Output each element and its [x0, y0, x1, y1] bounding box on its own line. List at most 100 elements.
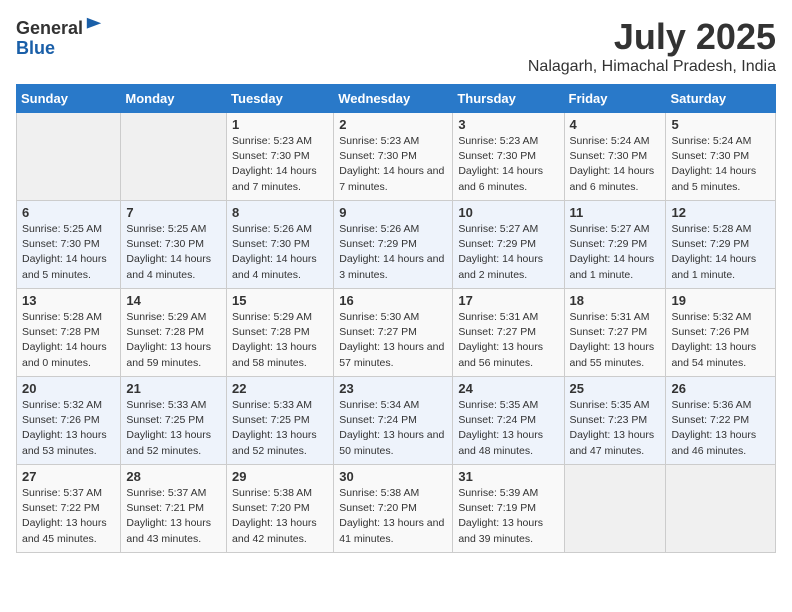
calendar-cell: 29 Sunrise: 5:38 AMSunset: 7:20 PMDayligh…	[227, 465, 334, 553]
day-info: Sunrise: 5:31 AMSunset: 7:27 PMDaylight:…	[458, 310, 558, 371]
day-info: Sunrise: 5:36 AMSunset: 7:22 PMDaylight:…	[671, 398, 770, 459]
day-info: Sunrise: 5:33 AMSunset: 7:25 PMDaylight:…	[126, 398, 221, 459]
logo-flag-icon	[85, 16, 103, 34]
day-info: Sunrise: 5:25 AMSunset: 7:30 PMDaylight:…	[22, 222, 115, 283]
logo: General Blue	[16, 16, 103, 59]
day-info: Sunrise: 5:30 AMSunset: 7:27 PMDaylight:…	[339, 310, 447, 371]
calendar-cell: 10Sunrise: 5:27 AMSunset: 7:29 PMDayligh…	[453, 201, 564, 289]
day-number: 29	[232, 469, 328, 484]
header-day-friday: Friday	[564, 85, 666, 113]
day-number: 17	[458, 293, 558, 308]
day-info: Sunrise: 5:34 AMSunset: 7:24 PMDaylight:…	[339, 398, 447, 459]
day-number: 8	[232, 205, 328, 220]
day-info: Sunrise: 5:37 AMSunset: 7:22 PMDaylight:…	[22, 486, 115, 547]
day-number: 21	[126, 381, 221, 396]
day-info: Sunrise: 5:28 AMSunset: 7:28 PMDaylight:…	[22, 310, 115, 371]
header-day-wednesday: Wednesday	[334, 85, 453, 113]
calendar-cell: 11 Sunrise: 5:27 AMSunset: 7:29 PMDayligh…	[564, 201, 666, 289]
calendar-cell	[17, 113, 121, 201]
calendar-cell: 13 Sunrise: 5:28 AMSunset: 7:28 PMDayligh…	[17, 289, 121, 377]
day-info: Sunrise: 5:27 AMSunset: 7:29 PMDaylight:…	[458, 222, 558, 283]
day-number: 19	[671, 293, 770, 308]
calendar-cell: 17 Sunrise: 5:31 AMSunset: 7:27 PMDayligh…	[453, 289, 564, 377]
day-info: Sunrise: 5:35 AMSunset: 7:24 PMDaylight:…	[458, 398, 558, 459]
day-info: Sunrise: 5:38 AMSunset: 7:20 PMDaylight:…	[339, 486, 447, 547]
header-day-sunday: Sunday	[17, 85, 121, 113]
day-info: Sunrise: 5:32 AMSunset: 7:26 PMDaylight:…	[22, 398, 115, 459]
day-number: 26	[671, 381, 770, 396]
day-number: 5	[671, 117, 770, 132]
day-number: 3	[458, 117, 558, 132]
page-title: July 2025	[528, 16, 776, 58]
day-info: Sunrise: 5:23 AMSunset: 7:30 PMDaylight:…	[339, 134, 447, 195]
day-info: Sunrise: 5:35 AMSunset: 7:23 PMDaylight:…	[570, 398, 661, 459]
day-info: Sunrise: 5:31 AMSunset: 7:27 PMDaylight:…	[570, 310, 661, 371]
calendar-cell: 6 Sunrise: 5:25 AMSunset: 7:30 PMDaylight…	[17, 201, 121, 289]
calendar-cell: 22 Sunrise: 5:33 AMSunset: 7:25 PMDayligh…	[227, 377, 334, 465]
calendar-header: SundayMondayTuesdayWednesdayThursdayFrid…	[17, 85, 776, 113]
day-info: Sunrise: 5:38 AMSunset: 7:20 PMDaylight:…	[232, 486, 328, 547]
day-number: 6	[22, 205, 115, 220]
logo-general: General	[16, 18, 83, 38]
day-number: 22	[232, 381, 328, 396]
day-info: Sunrise: 5:29 AMSunset: 7:28 PMDaylight:…	[126, 310, 221, 371]
page-subtitle: Nalagarh, Himachal Pradesh, India	[528, 58, 776, 76]
calendar-cell: 8Sunrise: 5:26 AMSunset: 7:30 PMDaylight…	[227, 201, 334, 289]
day-number: 14	[126, 293, 221, 308]
title-block: July 2025 Nalagarh, Himachal Pradesh, In…	[528, 16, 776, 76]
week-row: 20 Sunrise: 5:32 AMSunset: 7:26 PMDayligh…	[17, 377, 776, 465]
day-number: 13	[22, 293, 115, 308]
calendar-cell: 20 Sunrise: 5:32 AMSunset: 7:26 PMDayligh…	[17, 377, 121, 465]
week-row: 1 Sunrise: 5:23 AMSunset: 7:30 PMDaylight…	[17, 113, 776, 201]
day-number: 16	[339, 293, 447, 308]
header-day-tuesday: Tuesday	[227, 85, 334, 113]
day-info: Sunrise: 5:23 AMSunset: 7:30 PMDaylight:…	[232, 134, 328, 195]
calendar-body: 1 Sunrise: 5:23 AMSunset: 7:30 PMDaylight…	[17, 113, 776, 553]
calendar-table: SundayMondayTuesdayWednesdayThursdayFrid…	[16, 84, 776, 553]
day-info: Sunrise: 5:23 AMSunset: 7:30 PMDaylight:…	[458, 134, 558, 195]
calendar-cell: 4Sunrise: 5:24 AMSunset: 7:30 PMDaylight…	[564, 113, 666, 201]
day-info: Sunrise: 5:25 AMSunset: 7:30 PMDaylight:…	[126, 222, 221, 283]
day-number: 20	[22, 381, 115, 396]
day-number: 27	[22, 469, 115, 484]
logo-blue: Blue	[16, 38, 55, 58]
day-number: 25	[570, 381, 661, 396]
calendar-cell: 1 Sunrise: 5:23 AMSunset: 7:30 PMDaylight…	[227, 113, 334, 201]
calendar-cell: 31Sunrise: 5:39 AMSunset: 7:19 PMDayligh…	[453, 465, 564, 553]
calendar-cell: 28 Sunrise: 5:37 AMSunset: 7:21 PMDayligh…	[121, 465, 227, 553]
calendar-cell: 12Sunrise: 5:28 AMSunset: 7:29 PMDayligh…	[666, 201, 776, 289]
header-row: SundayMondayTuesdayWednesdayThursdayFrid…	[17, 85, 776, 113]
calendar-cell: 7 Sunrise: 5:25 AMSunset: 7:30 PMDaylight…	[121, 201, 227, 289]
calendar-cell: 3 Sunrise: 5:23 AMSunset: 7:30 PMDaylight…	[453, 113, 564, 201]
day-number: 2	[339, 117, 447, 132]
day-number: 28	[126, 469, 221, 484]
week-row: 6 Sunrise: 5:25 AMSunset: 7:30 PMDaylight…	[17, 201, 776, 289]
week-row: 27 Sunrise: 5:37 AMSunset: 7:22 PMDayligh…	[17, 465, 776, 553]
day-number: 7	[126, 205, 221, 220]
header-day-thursday: Thursday	[453, 85, 564, 113]
day-info: Sunrise: 5:33 AMSunset: 7:25 PMDaylight:…	[232, 398, 328, 459]
day-number: 18	[570, 293, 661, 308]
day-number: 9	[339, 205, 447, 220]
calendar-cell	[121, 113, 227, 201]
day-info: Sunrise: 5:32 AMSunset: 7:26 PMDaylight:…	[671, 310, 770, 371]
week-row: 13 Sunrise: 5:28 AMSunset: 7:28 PMDayligh…	[17, 289, 776, 377]
day-info: Sunrise: 5:26 AMSunset: 7:29 PMDaylight:…	[339, 222, 447, 283]
calendar-cell: 18 Sunrise: 5:31 AMSunset: 7:27 PMDayligh…	[564, 289, 666, 377]
day-info: Sunrise: 5:29 AMSunset: 7:28 PMDaylight:…	[232, 310, 328, 371]
day-info: Sunrise: 5:24 AMSunset: 7:30 PMDaylight:…	[671, 134, 770, 195]
calendar-cell: 26 Sunrise: 5:36 AMSunset: 7:22 PMDayligh…	[666, 377, 776, 465]
calendar-cell: 25 Sunrise: 5:35 AMSunset: 7:23 PMDayligh…	[564, 377, 666, 465]
day-number: 11	[570, 205, 661, 220]
day-info: Sunrise: 5:37 AMSunset: 7:21 PMDaylight:…	[126, 486, 221, 547]
day-number: 1	[232, 117, 328, 132]
calendar-cell: 21 Sunrise: 5:33 AMSunset: 7:25 PMDayligh…	[121, 377, 227, 465]
day-info: Sunrise: 5:39 AMSunset: 7:19 PMDaylight:…	[458, 486, 558, 547]
day-number: 23	[339, 381, 447, 396]
calendar-cell: 23 Sunrise: 5:34 AMSunset: 7:24 PMDayligh…	[334, 377, 453, 465]
day-number: 15	[232, 293, 328, 308]
day-number: 30	[339, 469, 447, 484]
calendar-cell	[666, 465, 776, 553]
day-info: Sunrise: 5:27 AMSunset: 7:29 PMDaylight:…	[570, 222, 661, 283]
day-info: Sunrise: 5:28 AMSunset: 7:29 PMDaylight:…	[671, 222, 770, 283]
